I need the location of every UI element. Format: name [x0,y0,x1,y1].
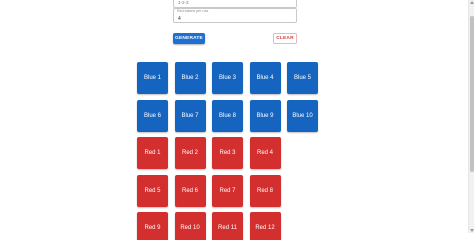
red-token-7[interactable]: Red 7 [212,174,243,207]
red-token-9[interactable]: Red 9 [137,212,168,240]
red-token-6[interactable]: Red 6 [174,174,206,207]
red-token-1[interactable]: Red 1 [137,137,168,169]
generate-button[interactable]: GENERATE [173,33,205,44]
clear-button[interactable]: CLEAR [273,33,297,44]
red-token-10[interactable]: Red 10 [174,212,206,240]
red-token-3[interactable]: Red 3 [212,137,243,169]
vertical-scrollbar[interactable] [468,0,474,233]
scroll-down-arrow-icon[interactable] [470,229,474,232]
red-token-2[interactable]: Red 2 [174,137,206,169]
red-token-8[interactable]: Red 8 [249,174,281,207]
blue-token-5[interactable]: Blue 5 [287,62,318,94]
first-input-field[interactable]: 1-2-3 [173,0,297,8]
blue-token-9[interactable]: Blue 9 [249,99,281,132]
red-tokens-per-row-field[interactable]: Red tokens per row 4 [173,8,297,23]
red-tokens-per-row-value: 4 [178,16,181,22]
blue-token-1[interactable]: Blue 1 [137,62,168,94]
scroll-up-arrow-icon[interactable] [470,1,474,4]
blue-token-2[interactable]: Blue 2 [174,62,206,94]
scrollbar-thumb[interactable] [470,16,474,172]
blue-token-6[interactable]: Blue 6 [137,99,168,132]
red-token-12[interactable]: Red 12 [249,212,281,240]
blue-token-10[interactable]: Blue 10 [287,99,318,132]
red-token-11[interactable]: Red 11 [212,212,243,240]
blue-token-4[interactable]: Blue 4 [249,62,281,94]
red-tokens-per-row-label: Red tokens per row [177,9,209,13]
blue-token-3[interactable]: Blue 3 [212,62,243,94]
red-token-4[interactable]: Red 4 [249,137,281,169]
blue-token-8[interactable]: Blue 8 [212,99,243,132]
red-token-5[interactable]: Red 5 [137,174,168,207]
blue-token-7[interactable]: Blue 7 [174,99,206,132]
first-input-value: 1-2-3 [178,0,189,5]
